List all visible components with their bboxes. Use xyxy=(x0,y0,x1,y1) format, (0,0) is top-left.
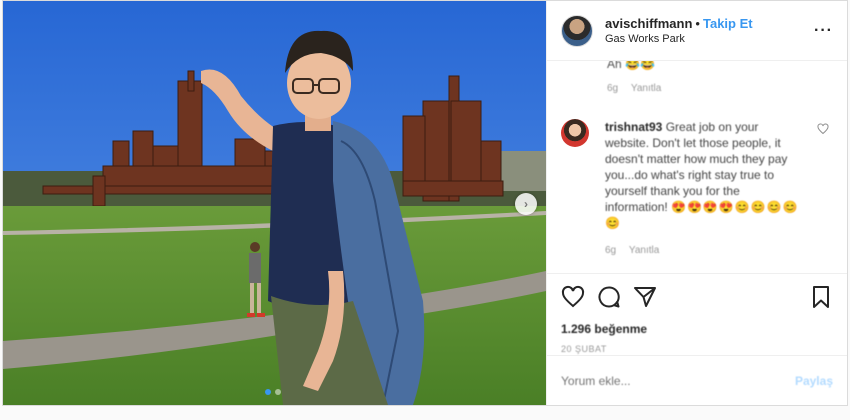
comment-meta: 6g Yanıtla xyxy=(605,243,801,259)
post-comment-button[interactable]: Paylaş xyxy=(795,374,833,388)
paper-plane-icon xyxy=(634,287,656,307)
comment-input[interactable] xyxy=(561,373,795,388)
add-comment-bar: Paylaş xyxy=(547,355,847,405)
author-info: avischiffmann • Takip Et Gas Works Park xyxy=(605,16,814,45)
post-header: avischiffmann • Takip Et Gas Works Park ··… xyxy=(547,1,847,61)
commenter-avatar[interactable] xyxy=(561,119,589,147)
comment-button[interactable] xyxy=(597,285,621,309)
comment-item: trishnat93 Great job on your website. Do… xyxy=(561,119,833,259)
comment-time: 6g xyxy=(605,245,617,256)
like-count[interactable]: 1.296 beğenme xyxy=(561,322,833,336)
post-actions: 1.296 beğenme 20 ŞUBAT xyxy=(547,273,847,354)
separator-dot: • xyxy=(695,16,700,31)
more-options-icon[interactable]: ··· xyxy=(814,22,833,40)
post-location[interactable]: Gas Works Park xyxy=(605,33,814,45)
previous-comment-meta: 6g Yanıtla xyxy=(607,83,661,94)
previous-comment: Ah 😂😂 6g Yanıtla xyxy=(607,61,661,94)
author-line: avischiffmann • Takip Et xyxy=(605,16,814,31)
like-button[interactable] xyxy=(561,285,585,309)
action-icons xyxy=(561,282,833,312)
share-button[interactable] xyxy=(633,285,657,309)
comment-reply-button[interactable]: Yanıtla xyxy=(629,245,659,256)
commenter-username[interactable]: trishnat93 xyxy=(605,120,662,134)
heart-icon xyxy=(561,285,585,308)
slide-dot-1 xyxy=(265,389,271,395)
slide-indicator xyxy=(265,389,281,395)
previous-comment-text: Ah 😂😂 xyxy=(607,61,655,71)
previous-comment-time: 6g xyxy=(607,83,619,94)
comments-list[interactable]: Ah 😂😂 6g Yanıtla trishnat93 Great job on… xyxy=(547,61,847,271)
save-button[interactable] xyxy=(809,285,833,309)
follow-button[interactable]: Takip Et xyxy=(703,16,753,31)
comment-body: trishnat93 Great job on your website. Do… xyxy=(605,119,801,259)
previous-comment-reply-button[interactable]: Yanıtla xyxy=(631,83,661,94)
comment-like-heart-icon[interactable] xyxy=(817,123,829,135)
comment-bubble-icon xyxy=(598,286,620,308)
slide-dot-2 xyxy=(275,389,281,395)
post-photo[interactable]: › xyxy=(3,1,546,405)
post-side-panel: avischiffmann • Takip Et Gas Works Park ··… xyxy=(546,1,847,405)
bookmark-icon xyxy=(813,286,829,308)
photo-scene xyxy=(3,1,546,405)
author-username[interactable]: avischiffmann xyxy=(605,16,692,31)
post-date: 20 ŞUBAT xyxy=(561,344,607,354)
author-avatar[interactable] xyxy=(561,14,593,47)
post-card: › avischiffmann • Takip Et Gas Works Park … xyxy=(2,0,848,406)
next-slide-button[interactable]: › xyxy=(515,193,537,215)
